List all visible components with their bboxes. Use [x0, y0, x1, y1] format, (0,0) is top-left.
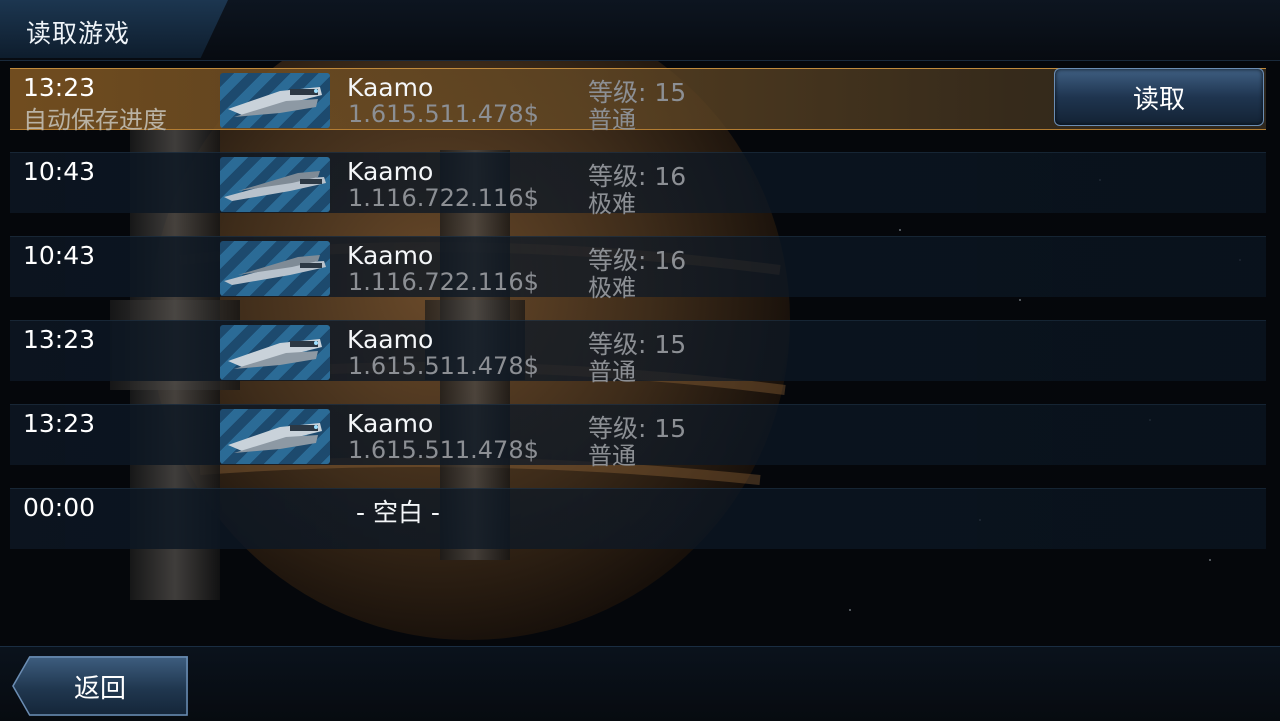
save-player-name: Kaamo: [347, 73, 434, 102]
save-slot-empty[interactable]: 00:00 - 空白 -: [10, 488, 1266, 549]
ship-thumbnail: [220, 73, 330, 128]
save-slot-4[interactable]: 13:23 Kaamo 1.615.511.478$ 等级: 15 普通: [10, 320, 1266, 386]
save-player-name: Kaamo: [347, 325, 434, 354]
back-button[interactable]: 返回: [12, 656, 188, 716]
save-money: 1.615.511.478$: [348, 100, 539, 128]
save-slot-5[interactable]: 13:23 Kaamo 1.615.511.478$ 等级: 15 普通: [10, 404, 1266, 470]
save-player-name: Kaamo: [347, 409, 434, 438]
ship-thumbnail: [220, 157, 330, 212]
save-money: 1.116.722.116$: [348, 268, 539, 296]
spaceship-icon: [224, 255, 326, 285]
save-slot-3[interactable]: 10:43 Kaamo 1.116.722.116$ 等级: 16 极难: [10, 236, 1266, 302]
save-time: 10:43: [23, 241, 96, 270]
page-title: 读取游戏: [26, 19, 131, 48]
save-difficulty: 极难: [588, 274, 636, 302]
save-money: 1.615.511.478$: [348, 436, 539, 464]
save-time: 00:00: [23, 493, 96, 522]
save-money: 1.116.722.116$: [348, 184, 539, 212]
save-money: 1.615.511.478$: [348, 352, 539, 380]
save-player-name: Kaamo: [347, 157, 434, 186]
spaceship-icon: [224, 171, 326, 201]
spaceship-icon: [228, 423, 322, 453]
spaceship-icon: [228, 87, 322, 117]
save-time: 10:43: [23, 157, 96, 186]
save-difficulty: 普通: [588, 442, 636, 470]
ship-thumbnail: [220, 409, 330, 464]
empty-slot-label: - 空白 -: [356, 498, 440, 527]
save-autosave-label: 自动保存进度: [23, 106, 167, 134]
save-slot-2[interactable]: 10:43 Kaamo 1.116.722.116$ 等级: 16 极难: [10, 152, 1266, 218]
load-button[interactable]: 读取: [1054, 68, 1264, 126]
save-time: 13:23: [23, 73, 96, 102]
ship-thumbnail: [220, 325, 330, 380]
spaceship-icon: [228, 339, 322, 369]
header-bar: 读取游戏: [0, 0, 1280, 61]
save-time: 13:23: [23, 325, 96, 354]
save-time: 13:23: [23, 409, 96, 438]
save-player-name: Kaamo: [347, 241, 434, 270]
ship-thumbnail: [220, 241, 330, 296]
save-difficulty: 极难: [588, 190, 636, 218]
save-difficulty: 普通: [588, 106, 636, 134]
footer-bar: [0, 646, 1280, 721]
save-difficulty: 普通: [588, 358, 636, 386]
